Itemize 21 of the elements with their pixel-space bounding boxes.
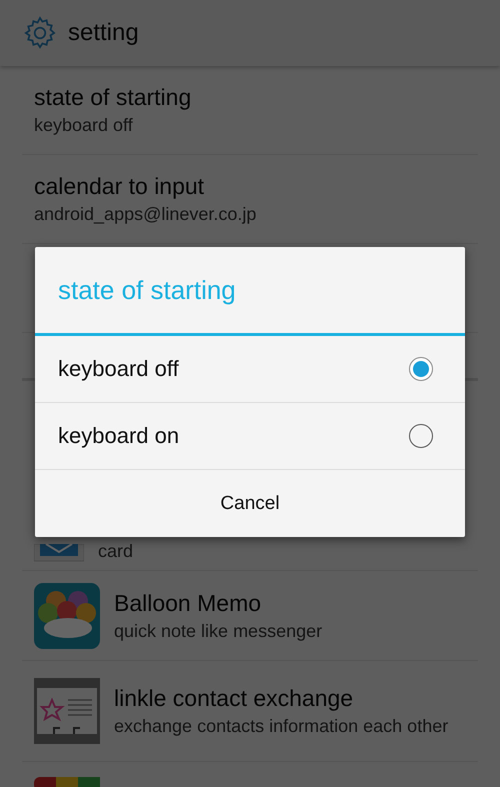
dialog-title: state of starting — [35, 247, 465, 336]
app-description: exchange contacts information each other — [114, 716, 448, 737]
setting-summary: keyboard off — [34, 115, 134, 136]
option-label[interactable]: keyboard on — [58, 423, 180, 449]
setting-title[interactable]: state of starting — [34, 84, 192, 111]
setting-title[interactable]: calendar to input — [34, 173, 256, 200]
app-title[interactable]: linkle contact exchange — [114, 685, 448, 712]
settings-icon — [22, 15, 58, 51]
setting-summary: android_apps@linever.co.jp — [34, 204, 256, 225]
app-icon — [34, 777, 100, 787]
option-label[interactable]: keyboard off — [58, 356, 179, 382]
radio-button[interactable] — [409, 357, 433, 381]
app-description: card — [98, 541, 134, 562]
app-title[interactable]: Balloon Memo — [114, 590, 322, 616]
contact-card-icon — [34, 678, 100, 744]
radio-button[interactable] — [409, 424, 433, 448]
card-icon — [34, 544, 84, 562]
app-bar-title: setting — [68, 19, 139, 47]
app-description: quick note like messenger — [114, 620, 322, 642]
cancel-button[interactable]: Cancel — [35, 470, 465, 537]
balloon-app-icon — [34, 582, 100, 648]
